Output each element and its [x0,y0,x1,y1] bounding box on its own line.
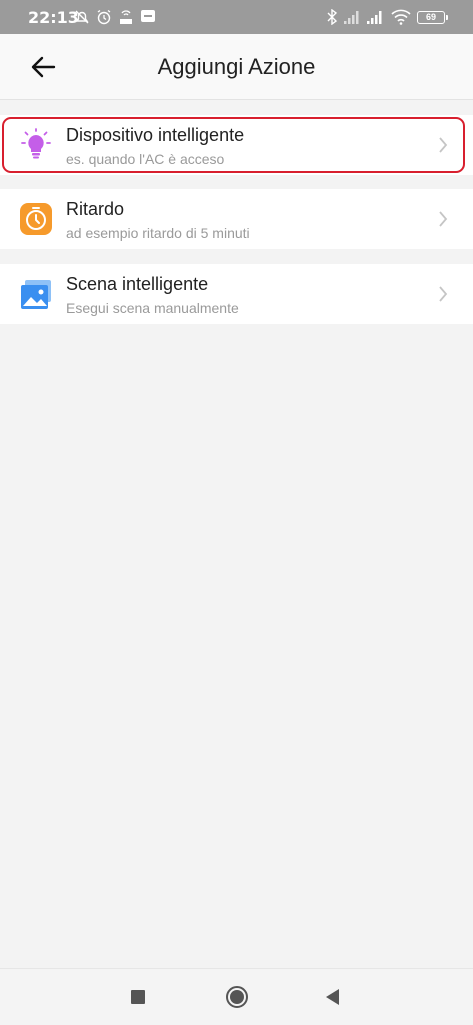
action-item-delay[interactable]: Ritardo ad esempio ritardo di 5 minuti [0,189,473,249]
signal-icon [344,11,359,24]
nfc-icon [120,10,132,24]
status-bar: 22:13 69 [0,0,473,34]
scene-icon [21,280,51,309]
action-title: Scena intelligente [66,274,209,294]
action-subtitle: es. quando l'AC è acceso [66,151,225,167]
wifi-icon [391,9,411,25]
home-icon[interactable] [225,985,249,1009]
chevron-right-icon [439,286,448,302]
status-time: 22:13 [28,8,79,27]
action-item-smart-device[interactable]: Dispositivo intelligente es. quando l'AC… [0,115,473,175]
timer-icon [20,203,52,235]
alarm-icon [97,9,111,25]
chevron-right-icon [439,137,448,153]
navigation-bar [0,968,473,1025]
chevron-right-icon [439,211,448,227]
bluetooth-icon [327,9,338,25]
action-subtitle: ad esempio ritardo di 5 minuti [66,225,250,241]
page-title: Aggiungi Azione [157,54,316,79]
action-item-smart-scene[interactable]: Scena intelligente Esegui scena manualme… [0,264,473,324]
action-title: Dispositivo intelligente [66,125,245,145]
mute-icon [75,10,89,24]
action-subtitle: Esegui scena manualmente [66,300,239,316]
notification-icon [141,10,155,22]
signal-icon [367,11,382,24]
lightbulb-icon [21,128,51,159]
app-header: Aggiungi Azione [0,34,473,100]
action-title: Ritardo [66,199,125,219]
recents-icon[interactable] [130,989,146,1005]
battery-icon: 69 [417,11,448,24]
back-icon[interactable] [325,988,341,1006]
